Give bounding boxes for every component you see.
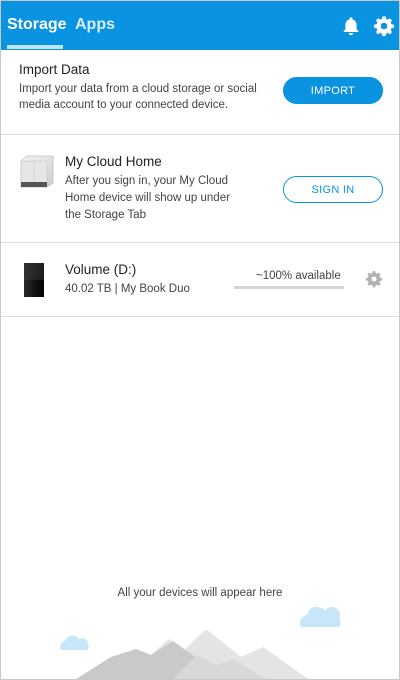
volume-settings-gear-icon[interactable] (365, 270, 383, 288)
gear-icon[interactable] (373, 15, 395, 37)
cloud-home-section: My Cloud Home After you sign in, your My… (1, 135, 399, 243)
import-button[interactable]: IMPORT (283, 77, 383, 104)
tab-storage[interactable]: Storage (7, 16, 67, 34)
import-data-section: Import Data Import your data from a clou… (1, 50, 399, 135)
cloud-home-description-line3: the Storage Tab (65, 209, 146, 221)
import-description-line2: media account to your connected device. (19, 99, 229, 111)
import-description-line1: Import your data from a cloud storage or… (19, 83, 257, 95)
volume-availability-text: ~100% available (256, 270, 341, 282)
cloud-home-title: My Cloud Home (65, 154, 162, 169)
active-tab-indicator (7, 45, 63, 49)
cloud-home-device-icon (20, 155, 54, 188)
import-title: Import Data (19, 62, 90, 77)
empty-state-message: All your devices will appear here (117, 587, 283, 599)
external-drive-icon (24, 263, 44, 297)
app-window: Storage Apps Import Data Import your dat… (0, 0, 400, 680)
volume-capacity-bar (234, 286, 344, 289)
tab-apps[interactable]: Apps (75, 16, 115, 34)
mountains-illustration (60, 606, 341, 679)
header-bar: Storage Apps (1, 1, 399, 50)
sign-in-button[interactable]: SIGN IN (283, 176, 383, 203)
volume-capacity-fill (234, 286, 344, 289)
volume-title: Volume (D:) (65, 262, 137, 277)
cloud-icon (299, 606, 341, 627)
volume-section[interactable]: Volume (D:) 40.02 TB | My Book Duo ~100%… (1, 243, 399, 317)
volume-subtitle: 40.02 TB | My Book Duo (65, 283, 190, 295)
cloud-home-description-line2: Home device will show up under (65, 192, 230, 204)
cloud-icon (60, 635, 89, 650)
cloud-home-description-line1: After you sign in, your My Cloud (65, 175, 228, 187)
bell-icon[interactable] (340, 15, 362, 37)
